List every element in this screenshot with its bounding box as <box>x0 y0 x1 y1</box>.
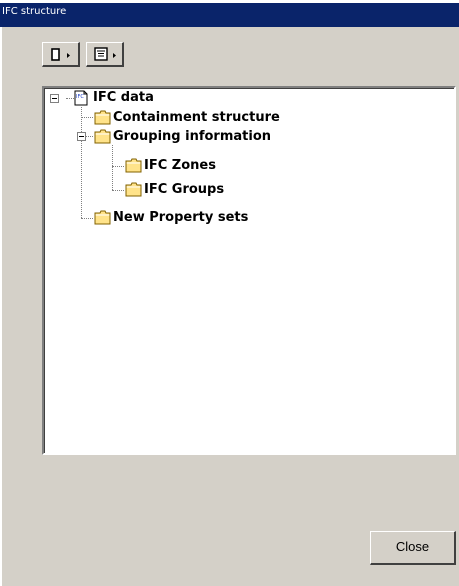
tree-connector <box>81 117 93 118</box>
view-mode-dropdown-button[interactable] <box>42 42 80 67</box>
folder-icon <box>94 110 111 125</box>
list-view-dropdown-icon <box>94 47 116 61</box>
folder-icon <box>94 129 111 144</box>
tree-connector <box>112 145 113 190</box>
folder-icon <box>94 210 111 225</box>
window-border <box>0 27 2 586</box>
tree-connector <box>66 98 74 99</box>
collapse-icon[interactable] <box>50 94 59 103</box>
collapse-icon[interactable] <box>77 132 86 141</box>
tree-view-inner: IFC IFC data Containment structure Group… <box>44 88 454 453</box>
tree-node-label: IFC Zones <box>144 158 216 173</box>
tree-connector <box>81 218 93 219</box>
folder-icon <box>125 158 142 173</box>
folder-icon <box>125 182 142 197</box>
title-bar[interactable]: IFC structure <box>0 0 459 27</box>
svg-text:IFC: IFC <box>76 94 84 100</box>
tree-node-label: Containment structure <box>113 110 280 125</box>
tree-node-label: IFC Groups <box>144 182 225 197</box>
close-button[interactable]: Close <box>370 531 456 565</box>
tree-node-label: New Property sets <box>113 210 249 225</box>
tree-connector <box>81 107 82 218</box>
tree-connector <box>112 190 124 191</box>
tree-node-label: IFC data <box>93 90 154 105</box>
rectangle-dropdown-icon <box>51 48 70 61</box>
tree-connector <box>112 166 124 167</box>
tree-view[interactable]: IFC IFC data Containment structure Group… <box>42 86 456 455</box>
ifc-document-icon: IFC <box>74 90 88 106</box>
window-title: IFC structure <box>2 6 67 17</box>
tree-node-label: Grouping information <box>113 129 271 144</box>
list-view-dropdown-button[interactable] <box>86 42 124 67</box>
tree-connector <box>85 136 93 137</box>
ifc-structure-window: IFC structure IFC IFC data Containment s… <box>0 0 459 586</box>
